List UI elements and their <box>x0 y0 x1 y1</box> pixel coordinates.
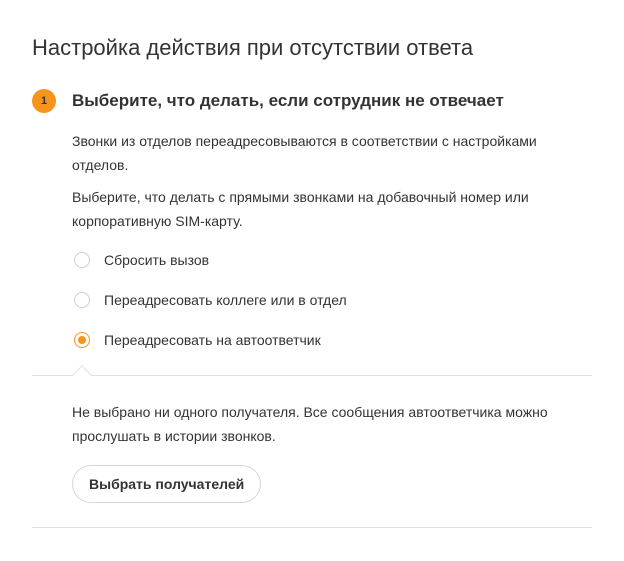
direct-calls-description: Выберите, что делать с прямыми звонками … <box>72 189 529 229</box>
departments-description: Звонки из отделов переадресовываются в с… <box>72 133 537 173</box>
option-drop-call[interactable]: Сбросить вызов <box>74 250 209 270</box>
radio-button[interactable] <box>74 252 90 268</box>
option-forward-to-colleague[interactable]: Переадресовать коллеге или в отдел <box>74 290 347 310</box>
choose-recipients-button[interactable]: Выбрать получателей <box>72 465 262 503</box>
step-number-badge: 1 <box>32 89 56 113</box>
step-title: Выберите, что делать, если сотрудник не … <box>72 91 504 110</box>
option-label: Сбросить вызов <box>104 252 210 268</box>
option-label: Переадресовать коллеге или в отдел <box>104 292 347 308</box>
radio-button-selected[interactable] <box>74 332 90 348</box>
option-forward-to-voicemail[interactable]: Переадресовать на автоответчик <box>74 330 321 350</box>
voicemail-info: Не выбрано ни одного получателя. Все соо… <box>72 404 548 444</box>
section-divider <box>32 375 592 376</box>
radio-button[interactable] <box>74 292 90 308</box>
option-label: Переадресовать на автоответчик <box>104 332 321 348</box>
bottom-divider <box>32 527 592 528</box>
page-title: Настройка действия при отсутствии ответа <box>32 35 474 60</box>
selected-option-pointer <box>72 365 92 385</box>
